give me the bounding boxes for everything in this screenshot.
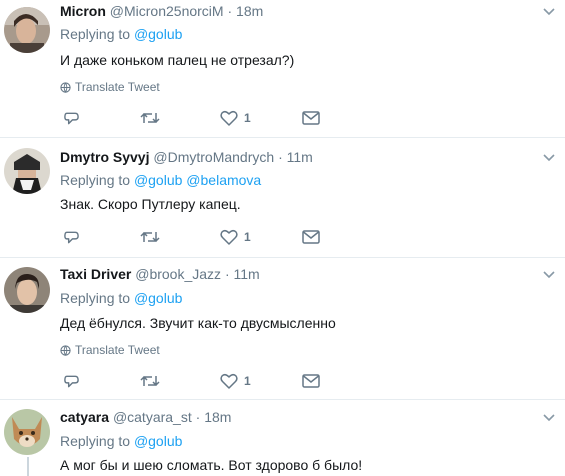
avatar[interactable] bbox=[4, 7, 50, 53]
tweet-actions: 1 bbox=[60, 371, 330, 391]
like-icon bbox=[220, 110, 238, 126]
timestamp[interactable]: 11m bbox=[234, 266, 260, 282]
tweet[interactable]: Taxi Driver @brook_Jazz · 11m Replying t… bbox=[0, 257, 565, 400]
tweet-header: Micron @Micron25norciM · 18m bbox=[60, 3, 263, 19]
retweet-button[interactable] bbox=[140, 227, 160, 247]
user-handle[interactable]: @catyara_st bbox=[113, 409, 192, 425]
reply-icon bbox=[64, 375, 79, 388]
timestamp[interactable]: 18m bbox=[204, 409, 231, 425]
translate-label: Translate Tweet bbox=[75, 80, 160, 94]
separator-dot: · bbox=[195, 409, 201, 425]
chevron-down-icon[interactable] bbox=[543, 271, 555, 279]
tweet-actions: 1 bbox=[60, 227, 330, 247]
timestamp[interactable]: 18m bbox=[236, 3, 263, 19]
message-icon bbox=[302, 230, 320, 244]
display-name[interactable]: catyara bbox=[60, 409, 109, 425]
avatar[interactable] bbox=[4, 267, 50, 313]
like-icon bbox=[220, 373, 238, 389]
tweet-text: Дед ёбнулся. Звучит как-то двусмысленно bbox=[60, 315, 336, 331]
replying-prefix: Replying to bbox=[60, 172, 131, 188]
mention-link[interactable]: @belamova bbox=[186, 172, 261, 188]
like-count: 1 bbox=[244, 374, 251, 388]
message-icon bbox=[302, 374, 320, 388]
tweet-text: И даже коньком палец не отрезал?) bbox=[60, 52, 295, 68]
mention-link[interactable]: @golub bbox=[134, 290, 182, 306]
reply-button[interactable] bbox=[63, 227, 80, 247]
replying-to: Replying to @golub bbox=[60, 433, 182, 449]
reply-button[interactable] bbox=[63, 108, 80, 128]
mention-link[interactable]: @golub bbox=[134, 26, 182, 42]
replying-to: Replying to @golub bbox=[60, 26, 182, 42]
tweet-header: catyara @catyara_st · 18m bbox=[60, 409, 231, 425]
avatar[interactable] bbox=[4, 409, 50, 455]
like-count: 1 bbox=[244, 230, 251, 244]
user-handle[interactable]: @Micron25norciM bbox=[110, 3, 224, 19]
globe-icon bbox=[60, 81, 71, 93]
translate-tweet-link[interactable]: Translate Tweet bbox=[60, 80, 160, 94]
tweet-header: Dmytro Syvyj @DmytroMandrych · 11m bbox=[60, 149, 313, 165]
retweet-button[interactable] bbox=[140, 108, 160, 128]
chevron-down-icon[interactable] bbox=[543, 154, 555, 162]
tweet-actions: 1 bbox=[60, 108, 330, 128]
translate-tweet-link[interactable]: Translate Tweet bbox=[60, 343, 160, 357]
chevron-down-icon[interactable] bbox=[543, 414, 555, 422]
reply-icon bbox=[64, 112, 79, 125]
display-name[interactable]: Taxi Driver bbox=[60, 266, 131, 282]
retweet-button[interactable] bbox=[140, 371, 160, 391]
direct-message-button[interactable] bbox=[302, 227, 320, 247]
thread-connector bbox=[27, 457, 29, 476]
timestamp[interactable]: 11m bbox=[287, 149, 313, 165]
like-count: 1 bbox=[244, 111, 251, 125]
replying-to: Replying to @golub @belamova bbox=[60, 172, 261, 188]
avatar[interactable] bbox=[4, 148, 50, 194]
user-handle[interactable]: @brook_Jazz bbox=[135, 266, 221, 282]
tweet-text: Знак. Скоро Путлеру капец. bbox=[60, 196, 241, 212]
reply-button[interactable] bbox=[63, 371, 80, 391]
retweet-icon bbox=[140, 112, 160, 124]
globe-icon bbox=[60, 344, 71, 356]
replying-prefix: Replying to bbox=[60, 433, 131, 449]
tweet[interactable]: catyara @catyara_st · 18m Replying to @g… bbox=[0, 399, 565, 476]
retweet-icon bbox=[140, 231, 160, 243]
replying-to: Replying to @golub bbox=[60, 290, 182, 306]
user-handle[interactable]: @DmytroMandrych bbox=[153, 149, 274, 165]
like-button[interactable]: 1 bbox=[220, 227, 251, 247]
replying-prefix: Replying to bbox=[60, 290, 131, 306]
separator-dot: · bbox=[224, 266, 230, 282]
like-icon bbox=[220, 229, 238, 245]
tweet-text: А мог бы и шею сломать. Вот здорово б бы… bbox=[60, 457, 363, 473]
replying-prefix: Replying to bbox=[60, 26, 131, 42]
like-button[interactable]: 1 bbox=[220, 108, 251, 128]
direct-message-button[interactable] bbox=[302, 371, 320, 391]
tweet[interactable]: Dmytro Syvyj @DmytroMandrych · 11m Reply… bbox=[0, 137, 565, 258]
mention-link[interactable]: @golub bbox=[134, 433, 182, 449]
display-name[interactable]: Dmytro Syvyj bbox=[60, 149, 149, 165]
message-icon bbox=[302, 111, 320, 125]
reply-icon bbox=[64, 231, 79, 244]
tweet-header: Taxi Driver @brook_Jazz · 11m bbox=[60, 266, 260, 282]
direct-message-button[interactable] bbox=[302, 108, 320, 128]
mention-link[interactable]: @golub bbox=[134, 172, 182, 188]
like-button[interactable]: 1 bbox=[220, 371, 251, 391]
display-name[interactable]: Micron bbox=[60, 3, 106, 19]
translate-label: Translate Tweet bbox=[75, 343, 160, 357]
tweet[interactable]: Micron @Micron25norciM · 18m Replying to… bbox=[0, 0, 565, 138]
chevron-down-icon[interactable] bbox=[543, 8, 555, 16]
retweet-icon bbox=[140, 375, 160, 387]
separator-dot: · bbox=[227, 3, 233, 19]
separator-dot: · bbox=[278, 149, 283, 165]
